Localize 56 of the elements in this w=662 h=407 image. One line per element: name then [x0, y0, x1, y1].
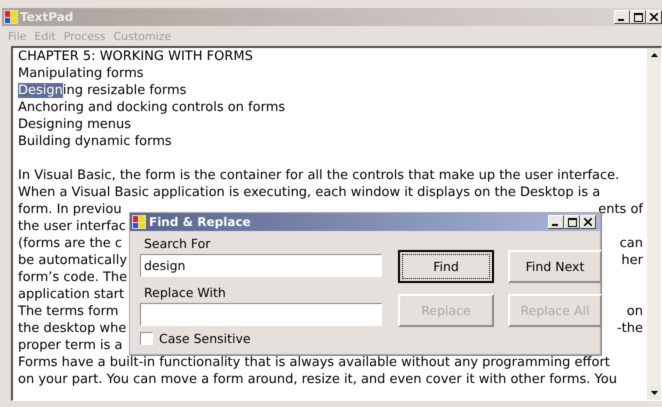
close-button[interactable]: [646, 10, 662, 24]
maximize-icon: [568, 218, 576, 226]
text-line: her: [621, 252, 643, 269]
menu-item[interactable]: Edit: [34, 30, 56, 43]
text-line: proper term is a: [18, 338, 122, 353]
search-label: Search For: [143, 235, 212, 253]
selected-text: Design: [18, 83, 63, 98]
close-button[interactable]: [580, 215, 596, 229]
text-line: ing resizable forms: [62, 83, 186, 98]
replace-field[interactable]: [140, 303, 382, 326]
replace-label: Replace With: [143, 284, 227, 302]
text-line: Manipulating forms: [18, 66, 144, 81]
scroll-up-button[interactable]: [647, 48, 661, 62]
text-line: When a Visual Basic application is executing, each window it displays on the Desktop is a: [18, 185, 600, 200]
text-line: be automatically: [18, 253, 128, 268]
minimize-button[interactable]: [548, 215, 564, 229]
text-line: the desktop whe: [18, 321, 126, 336]
maximize-icon: [634, 12, 642, 22]
scroll-down-button[interactable]: [647, 386, 661, 400]
up-arrow-icon: [650, 53, 658, 57]
checkbox-box: [140, 332, 153, 345]
text-line: Forms have a built-in functionality that is always available without any programming effort: [18, 355, 610, 370]
text-line: the user interfac: [18, 219, 126, 234]
text-line: on your part. You can move a form around, resize it, and even cover it with other forms. You: [18, 372, 617, 387]
text-line: can: [620, 235, 643, 252]
dialog-button[interactable]: Find: [398, 250, 494, 283]
minimize-button[interactable]: [614, 10, 630, 24]
text-line: form. In previou: [18, 202, 122, 217]
text-line: The terms form: [18, 304, 118, 319]
case-sensitive-checkbox[interactable]: Case Sensitive: [140, 327, 392, 346]
menu-item[interactable]: Process: [64, 30, 106, 43]
app-icon: [4, 10, 18, 24]
maximize-button[interactable]: [564, 215, 580, 229]
text-line: on: [626, 303, 643, 320]
scrollbar[interactable]: [647, 48, 661, 400]
text-line: ents of: [598, 201, 643, 218]
menu-item[interactable]: File: [8, 30, 26, 43]
text-line: Designing menus: [18, 117, 132, 132]
window-title: TextPad: [20, 10, 74, 24]
dialog-button[interactable]: Find Next: [508, 250, 602, 283]
menu-item[interactable]: Customize: [113, 30, 172, 43]
text-line: Building dynamic forms: [18, 134, 172, 149]
dialog-title: Find & Replace: [149, 215, 252, 229]
text-line: CHAPTER 5: WORKING WITH FORMS: [18, 49, 253, 64]
search-field[interactable]: design: [140, 254, 382, 277]
down-arrow-icon: [650, 391, 658, 395]
close-icon: [650, 13, 658, 21]
text-line: form’s code. The: [18, 270, 128, 285]
maximize-button[interactable]: [630, 10, 646, 24]
text-line: application start: [18, 287, 124, 302]
text-line: In Visual Basic, the form is the container for all the controls that make up the user interface.: [18, 168, 620, 183]
text-line: Anchoring and docking controls on forms: [18, 100, 286, 115]
text-line: (forms are the c: [18, 236, 122, 251]
text-line: -the: [616, 320, 643, 337]
app-icon: [132, 215, 146, 229]
close-icon: [584, 218, 592, 226]
